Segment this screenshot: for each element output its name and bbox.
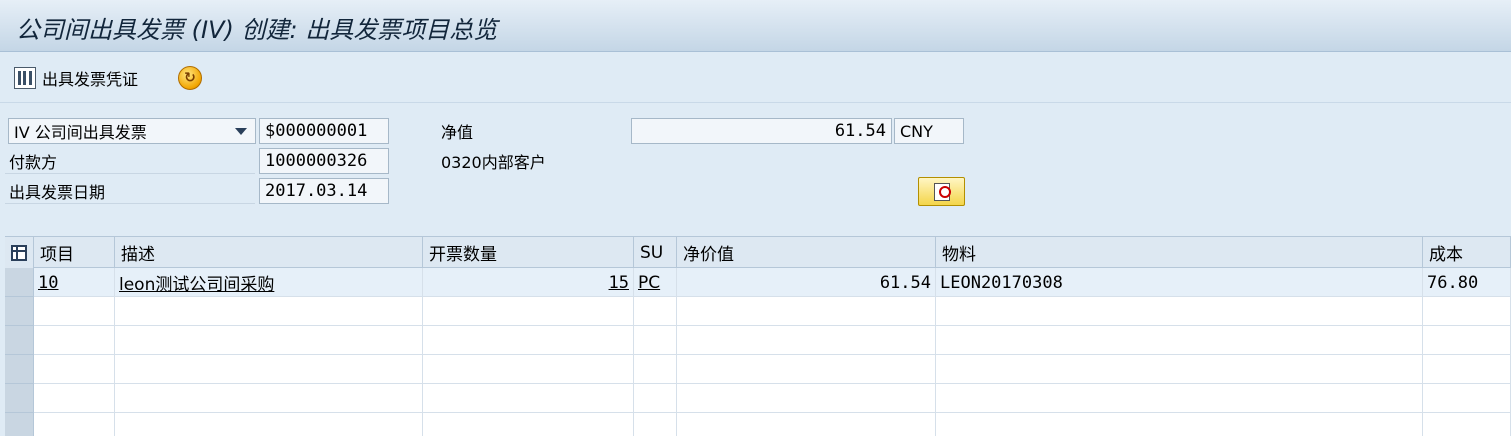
- table-row-empty[interactable]: [5, 326, 1511, 355]
- empty-cell[interactable]: [423, 326, 634, 355]
- net-value-field: 61.54: [631, 118, 892, 144]
- empty-cell[interactable]: [34, 355, 115, 384]
- empty-cell[interactable]: [936, 326, 1423, 355]
- billing-document-label: 出具发票凭证: [42, 70, 139, 89]
- empty-cell[interactable]: [936, 384, 1423, 413]
- items-table: 项目 描述 开票数量 SU 净价值 物料 成本 10 leon测试公司间采购 1…: [5, 236, 1511, 436]
- empty-cell[interactable]: [634, 326, 677, 355]
- row-selector[interactable]: [5, 268, 34, 297]
- cell-net-value[interactable]: 61.54: [677, 268, 936, 297]
- cell-su[interactable]: PC: [634, 268, 677, 297]
- column-header-net-value[interactable]: 净价值: [677, 237, 936, 268]
- display-document-button[interactable]: [918, 177, 965, 206]
- empty-cell[interactable]: [936, 355, 1423, 384]
- column-header-cost[interactable]: 成本: [1423, 237, 1511, 268]
- empty-cell[interactable]: [115, 326, 423, 355]
- column-header-quantity[interactable]: 开票数量: [423, 237, 634, 268]
- empty-cell[interactable]: [677, 297, 936, 326]
- empty-cell[interactable]: [115, 355, 423, 384]
- table-header: 项目 描述 开票数量 SU 净价值 物料 成本: [5, 237, 1511, 268]
- empty-cell[interactable]: [115, 297, 423, 326]
- cell-material[interactable]: LEON20170308: [936, 268, 1423, 297]
- row-selector[interactable]: [5, 326, 34, 355]
- empty-cell[interactable]: [34, 297, 115, 326]
- table-row-empty[interactable]: [5, 384, 1511, 413]
- column-header-su[interactable]: SU: [634, 237, 677, 268]
- payer-field[interactable]: 1000000326: [259, 148, 389, 174]
- chevron-down-icon[interactable]: [235, 128, 247, 135]
- billing-date-label: 出具发票日期: [5, 178, 255, 204]
- payer-label: 付款方: [5, 148, 255, 174]
- empty-cell[interactable]: [1423, 297, 1511, 326]
- display-document-icon: [933, 182, 951, 201]
- empty-cell[interactable]: [677, 355, 936, 384]
- empty-cell[interactable]: [634, 384, 677, 413]
- cell-quantity[interactable]: 15: [423, 268, 634, 297]
- billing-header: IV 公司间出具发票 $000000001 付款方 1000000326 出具发…: [0, 104, 1511, 230]
- empty-cell[interactable]: [423, 413, 634, 436]
- table-settings-icon[interactable]: [5, 237, 34, 268]
- empty-cell[interactable]: [1423, 384, 1511, 413]
- billing-date-field[interactable]: 2017.03.14: [259, 178, 389, 204]
- empty-cell[interactable]: [34, 413, 115, 436]
- billing-number-field[interactable]: $000000001: [259, 118, 389, 144]
- cell-item[interactable]: 10: [34, 268, 115, 297]
- empty-cell[interactable]: [634, 297, 677, 326]
- document-columns-icon: [14, 67, 36, 89]
- row-selector[interactable]: [5, 413, 34, 436]
- table-row[interactable]: 10 leon测试公司间采购 15 PC 61.54 LEON20170308 …: [5, 268, 1511, 297]
- application-toolbar: 出具发票凭证 ↻: [0, 53, 1511, 103]
- table-row-empty[interactable]: [5, 355, 1511, 384]
- page-title: 公司间出具发票 (IV) 创建: 出具发票项目总览: [16, 16, 498, 44]
- empty-cell[interactable]: [677, 326, 936, 355]
- cell-description[interactable]: leon测试公司间采购: [115, 268, 423, 297]
- column-header-item[interactable]: 项目: [34, 237, 115, 268]
- empty-cell[interactable]: [1423, 326, 1511, 355]
- net-value-label: 净值: [441, 123, 474, 142]
- row-selector[interactable]: [5, 384, 34, 413]
- column-header-description[interactable]: 描述: [115, 237, 423, 268]
- billing-type-value: IV 公司间出具发票: [14, 123, 147, 142]
- empty-cell[interactable]: [34, 384, 115, 413]
- empty-cell[interactable]: [677, 384, 936, 413]
- empty-cell[interactable]: [423, 355, 634, 384]
- empty-cell[interactable]: [423, 297, 634, 326]
- title-bar: 公司间出具发票 (IV) 创建: 出具发票项目总览: [0, 0, 1511, 52]
- refresh-icon: ↻: [178, 66, 202, 90]
- row-selector[interactable]: [5, 355, 34, 384]
- empty-cell[interactable]: [115, 384, 423, 413]
- cell-cost[interactable]: 76.80: [1423, 268, 1511, 297]
- table-row-empty[interactable]: [5, 413, 1511, 436]
- empty-cell[interactable]: [34, 326, 115, 355]
- billing-type-select[interactable]: IV 公司间出具发票: [8, 118, 256, 144]
- row-selector[interactable]: [5, 297, 34, 326]
- customer-text: 0320内部客户: [441, 153, 546, 172]
- empty-cell[interactable]: [1423, 413, 1511, 436]
- empty-cell[interactable]: [677, 413, 936, 436]
- currency-field: CNY: [894, 118, 964, 144]
- empty-cell[interactable]: [634, 413, 677, 436]
- empty-cell[interactable]: [634, 355, 677, 384]
- table-row-empty[interactable]: [5, 297, 1511, 326]
- refresh-button[interactable]: ↻: [178, 65, 202, 91]
- empty-cell[interactable]: [936, 297, 1423, 326]
- empty-cell[interactable]: [1423, 355, 1511, 384]
- empty-cell[interactable]: [115, 413, 423, 436]
- billing-document-button[interactable]: 出具发票凭证: [14, 65, 138, 91]
- empty-cell[interactable]: [936, 413, 1423, 436]
- column-header-material[interactable]: 物料: [936, 237, 1423, 268]
- empty-cell[interactable]: [423, 384, 634, 413]
